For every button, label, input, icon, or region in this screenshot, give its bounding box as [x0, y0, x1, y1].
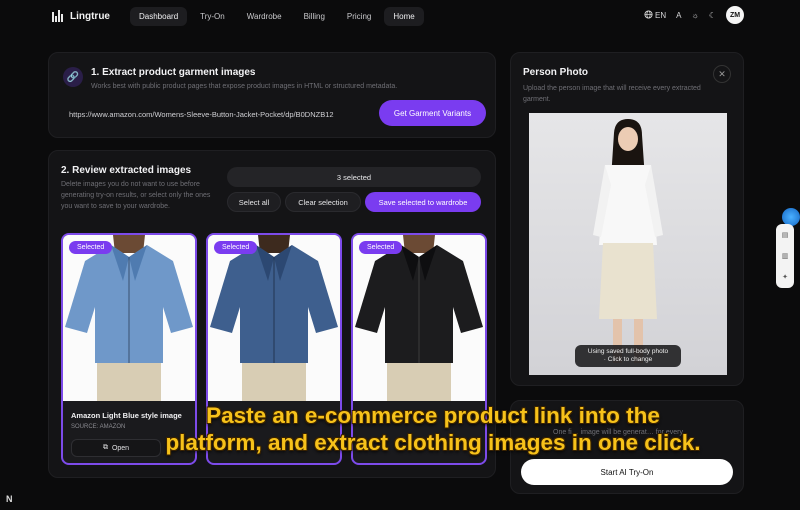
get-garment-variants-button[interactable]: Get Garment Variants [379, 100, 486, 126]
person-photo-panel: Person Photo Upload the person image tha… [510, 52, 744, 386]
logo[interactable]: Lingtrue [52, 10, 110, 22]
side-toolbar: ▤ ▥ ✦ [776, 224, 794, 288]
person-photo[interactable]: Using saved full-body photo · Click to c… [529, 113, 727, 375]
language-label: EN [655, 11, 667, 20]
selected-badge: Selected [214, 241, 258, 254]
extract-panel: 🔗 1. Extract product garment images Work… [48, 52, 496, 138]
close-icon[interactable]: ✕ [713, 65, 731, 83]
review-title: 2. Review extracted images [61, 165, 192, 176]
tab-billing[interactable]: Billing [295, 7, 334, 26]
selected-badge: Selected [69, 241, 113, 254]
language-switcher[interactable]: EN [644, 10, 666, 20]
clear-selection-button[interactable]: Clear selection [285, 192, 361, 212]
theme-auto-button[interactable]: A [676, 11, 681, 20]
garment-image [353, 235, 485, 401]
logo-icon [52, 10, 64, 22]
select-all-button[interactable]: Select all [227, 192, 281, 212]
tab-wardrobe[interactable]: Wardrobe [238, 7, 291, 26]
person-photo-subtitle: Upload the person image that will receiv… [523, 85, 701, 103]
avatar[interactable]: ZM [726, 6, 744, 24]
globe-icon [644, 10, 653, 19]
tab-pricing[interactable]: Pricing [338, 7, 380, 26]
person-photo-title: Person Photo [523, 67, 589, 78]
tab-home[interactable]: Home [384, 6, 424, 26]
extract-title: 1. Extract product garment images [91, 67, 256, 78]
selected-badge: Selected [359, 241, 403, 254]
top-nav: Lingtrue Dashboard Try-On Wardrobe Billi… [34, 0, 756, 32]
moon-icon[interactable]: ☾ [709, 11, 716, 20]
tab-try-on[interactable]: Try-On [191, 7, 234, 26]
save-selected-button[interactable]: Save selected to wardrobe [365, 192, 481, 212]
sun-icon[interactable]: ☼ [691, 11, 698, 20]
link-icon: 🔗 [63, 67, 83, 87]
selected-count: 3 selected [227, 167, 481, 187]
video-caption: Paste an e-commerce product link into th… [165, 403, 701, 455]
start-ai-try-on-button[interactable]: Start AI Try-On [521, 459, 733, 485]
app-name: Lingtrue [70, 10, 110, 22]
extract-subtitle: Works best with public product pages tha… [91, 83, 398, 90]
product-url-input[interactable]: https://www.amazon.com/Womens-Sleeve-But… [63, 103, 367, 125]
sparkle-icon[interactable]: ✦ [782, 273, 788, 281]
n-logo-icon: N [6, 494, 13, 504]
panel-icon[interactable]: ▥ [782, 252, 789, 260]
tab-dashboard[interactable]: Dashboard [130, 6, 188, 26]
photo-status-tag[interactable]: Using saved full-body photo · Click to c… [575, 345, 681, 367]
document-icon[interactable]: ▤ [782, 231, 789, 239]
review-subtitle: Delete images you do not want to use bef… [61, 181, 211, 210]
garment-image [63, 235, 195, 401]
garment-image [208, 235, 340, 401]
